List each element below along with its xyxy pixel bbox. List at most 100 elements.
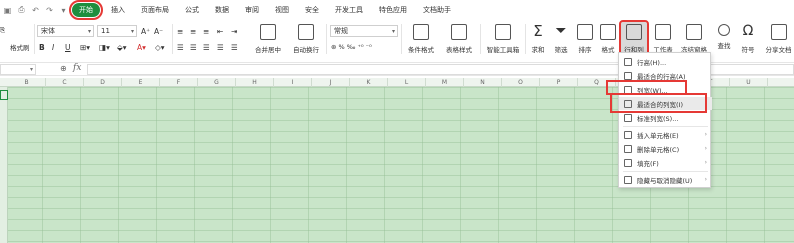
- align-top-icon[interactable]: ≡: [177, 25, 183, 37]
- align-middle-icon[interactable]: ≡: [190, 25, 196, 37]
- menu-item-insert-cell[interactable]: 插入单元格(E) ›: [619, 128, 712, 141]
- font-name-select[interactable]: 宋体 ▾: [37, 25, 94, 37]
- menu-divider: [623, 171, 708, 172]
- redo-icon[interactable]: ↷: [44, 5, 55, 16]
- column-header[interactable]: N: [464, 78, 502, 87]
- column-header[interactable]: D: [84, 78, 122, 87]
- menu-item-row-height[interactable]: 行高(H)...: [619, 55, 712, 68]
- column-header[interactable]: C: [46, 78, 84, 87]
- border-icon[interactable]: ⊞▾: [80, 41, 90, 53]
- tab-data[interactable]: 数据: [210, 3, 234, 17]
- find-label: 查找: [717, 42, 731, 50]
- italic-button[interactable]: I: [52, 41, 54, 53]
- row-col-button[interactable]: 行和列: [619, 20, 649, 58]
- merge-center-button[interactable]: 合并居中: [248, 22, 288, 56]
- column-header[interactable]: E: [122, 78, 160, 87]
- justify-icon[interactable]: ☰: [217, 41, 224, 53]
- align-left-icon[interactable]: ☰: [177, 41, 184, 53]
- active-cell[interactable]: [0, 90, 8, 100]
- auto-wrap-button[interactable]: 自动换行: [289, 22, 323, 56]
- align-bottom-icon[interactable]: ≡: [203, 25, 209, 37]
- column-header[interactable]: O: [502, 78, 540, 87]
- symbol-button[interactable]: Ω 符号: [737, 22, 759, 56]
- align-center-icon[interactable]: ☰: [190, 41, 197, 53]
- chevron-down-icon: ▾: [29, 66, 33, 73]
- more-icon[interactable]: ▾: [58, 5, 69, 16]
- tab-security[interactable]: 安全: [300, 3, 324, 17]
- name-box[interactable]: ▾: [0, 64, 36, 75]
- tab-developer[interactable]: 开发工具: [330, 3, 368, 17]
- share-button[interactable]: 分享文档: [763, 22, 794, 56]
- format-painter-button[interactable]: 格式刷: [10, 42, 30, 52]
- chevron-down-icon: ▾: [130, 28, 134, 35]
- bold-button[interactable]: B: [39, 41, 45, 53]
- column-header[interactable]: B: [8, 78, 46, 87]
- column-header[interactable]: F: [160, 78, 198, 87]
- conditional-format-button[interactable]: 条件格式: [404, 22, 438, 56]
- worksheet-button[interactable]: 工作表: [650, 22, 676, 56]
- fill-icon: [624, 158, 632, 167]
- tab-formulas[interactable]: 公式: [180, 3, 204, 17]
- table-style-button[interactable]: 表格样式: [442, 22, 476, 56]
- freeze-panes-button[interactable]: 冻结窗格: [679, 22, 709, 56]
- print-icon[interactable]: ⎙: [16, 5, 27, 16]
- column-header[interactable]: J: [312, 78, 350, 87]
- conditional-format-label: 条件格式: [408, 46, 434, 54]
- tab-page-layout[interactable]: 页面布局: [136, 3, 174, 17]
- number-format-select[interactable]: 常规 ▾: [330, 25, 398, 37]
- currency-icon[interactable]: ⊛ % ‰ ⁺⁰ ⁻⁰: [331, 41, 372, 53]
- column-header[interactable]: L: [388, 78, 426, 87]
- font-size-select[interactable]: 11 ▾: [97, 25, 137, 37]
- menu-item-hide-unhide[interactable]: 隐藏与取消隐藏(U) ›: [619, 173, 712, 186]
- menu-item-delete-cell[interactable]: 删除单元格(C) ›: [619, 142, 712, 155]
- menu-item-fill[interactable]: 填充(F) ›: [619, 156, 712, 169]
- fill-bucket-icon[interactable]: ⬙▾: [117, 41, 127, 53]
- filter-button[interactable]: ⏷ 筛选: [550, 22, 572, 56]
- column-header[interactable]: K: [350, 78, 388, 87]
- filter-icon: ⏷: [555, 23, 567, 39]
- sum-button[interactable]: Σ 求和: [528, 22, 548, 56]
- font-grow-icon[interactable]: A⁺: [141, 25, 150, 37]
- undo-icon[interactable]: ↶: [30, 5, 41, 16]
- menu-item-label: 标准列宽(S)...: [637, 114, 679, 123]
- font-shrink-icon[interactable]: A⁻: [154, 25, 163, 37]
- sum-label: 求和: [531, 46, 545, 54]
- align-right-icon[interactable]: ☰: [203, 41, 210, 53]
- conditional-format-icon: [413, 24, 429, 40]
- sort-label: 排序: [578, 46, 592, 54]
- menu-item-label: 行高(H)...: [637, 58, 667, 67]
- tab-view[interactable]: 视图: [270, 3, 294, 17]
- format-icon: [600, 24, 616, 40]
- column-header[interactable]: I: [274, 78, 312, 87]
- table-style-label: 表格样式: [446, 46, 472, 54]
- column-header[interactable]: M: [426, 78, 464, 87]
- sort-button[interactable]: 排序: [574, 22, 596, 56]
- tab-review[interactable]: 审阅: [240, 3, 264, 17]
- tab-insert[interactable]: 插入: [106, 3, 130, 17]
- format-painter-icon[interactable]: ⎘: [0, 26, 5, 35]
- freeze-panes-icon: [686, 24, 702, 40]
- column-header[interactable]: G: [198, 78, 236, 87]
- indent-increase-icon[interactable]: ⇥: [231, 25, 237, 37]
- fill-color-icon[interactable]: ◨▾: [99, 41, 110, 53]
- format-button[interactable]: 格式: [597, 22, 619, 56]
- tab-doc-assistant[interactable]: 文档助手: [418, 3, 456, 17]
- distributed-icon[interactable]: ☰: [231, 41, 238, 53]
- indent-decrease-icon[interactable]: ⇤: [217, 25, 223, 37]
- font-color-icon[interactable]: A▾: [137, 41, 146, 53]
- tab-features[interactable]: 特色应用: [374, 3, 412, 17]
- save-icon[interactable]: ▣: [2, 5, 13, 16]
- clear-format-icon[interactable]: ◇▾: [155, 41, 165, 53]
- underline-button[interactable]: U: [65, 41, 71, 53]
- hide-unhide-icon: [624, 175, 632, 184]
- zoom-icon[interactable]: ⊕: [60, 64, 67, 73]
- fx-icon[interactable]: fx: [73, 63, 81, 73]
- column-header[interactable]: U: [730, 78, 768, 87]
- find-button[interactable]: 查找: [713, 22, 735, 56]
- tab-home[interactable]: 开始: [69, 0, 103, 20]
- chevron-down-icon: ▾: [391, 28, 395, 35]
- column-header[interactable]: P: [540, 78, 578, 87]
- symbol-label: 符号: [741, 46, 755, 54]
- column-header[interactable]: H: [236, 78, 274, 87]
- smart-toolbox-button[interactable]: 智能工具箱: [484, 22, 522, 56]
